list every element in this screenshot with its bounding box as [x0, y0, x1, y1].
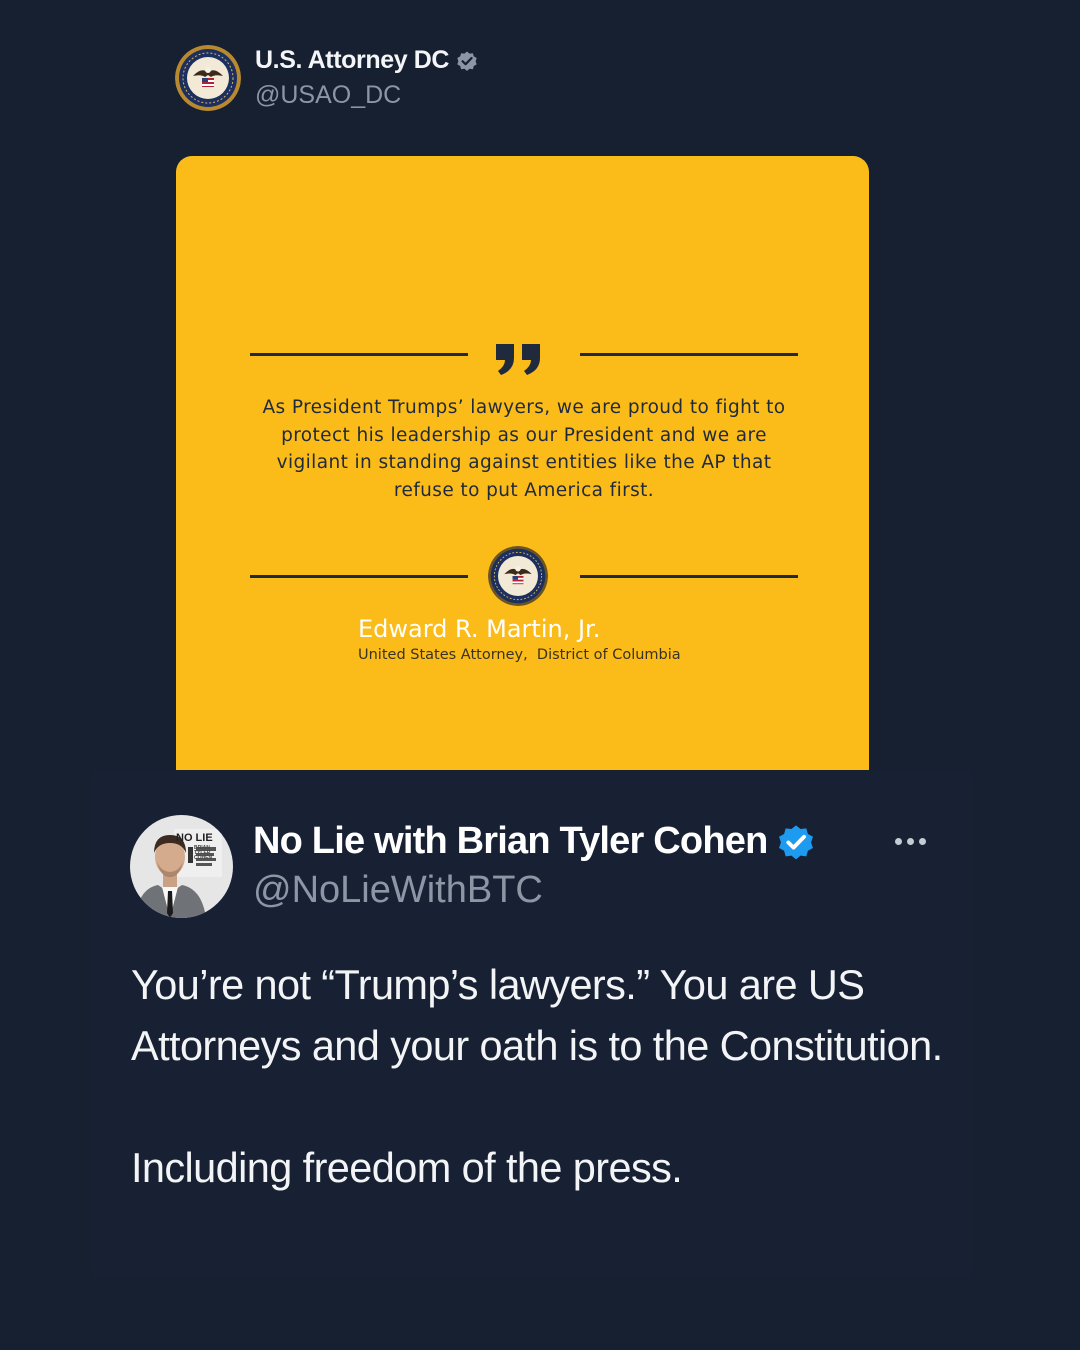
divider-line [580, 575, 798, 578]
avatar-logo-subtext: BRIAN TYLER COHEN [194, 845, 213, 861]
divider-line [250, 575, 468, 578]
usao-dc-display-name[interactable]: U.S. Attorney DC [255, 46, 479, 75]
display-name-text: U.S. Attorney DC [255, 46, 450, 74]
no-lie-display-name[interactable]: No Lie with Brian Tyler Cohen [253, 820, 817, 863]
department-of-justice-seal-icon [488, 546, 548, 606]
quote-marks-icon [494, 342, 544, 376]
no-lie-handle[interactable]: @NoLieWithBTC [253, 869, 543, 912]
reply-tweet-text: You’re not “Trump’s lawyers.” You are US… [131, 954, 951, 1198]
department-of-justice-seal-icon [175, 45, 241, 111]
usao-dc-avatar[interactable] [175, 45, 241, 111]
reply-paragraph: Including freedom of the press. [131, 1144, 683, 1191]
quote-text: As President Trumps’ lawyers, we are pro… [262, 397, 786, 502]
more-options-icon[interactable] [886, 826, 934, 856]
no-lie-avatar[interactable]: NO LIE BRIAN TYLER COHEN [130, 815, 233, 918]
reply-paragraph: You’re not “Trump’s lawyers.” You are US… [131, 961, 943, 1069]
divider-line [580, 353, 798, 356]
signer-title: United States Attorney, District of Colu… [358, 647, 681, 663]
divider-line [250, 353, 468, 356]
usao-dc-handle[interactable]: @USAO_DC [255, 81, 401, 110]
signer-name: Edward R. Martin, Jr. [358, 615, 601, 643]
display-name-text: No Lie with Brian Tyler Cohen [253, 820, 768, 862]
avatar-logo-text: NO LIE [176, 832, 213, 844]
verified-badge-icon [457, 51, 477, 71]
profile-photo [130, 815, 233, 918]
verified-badge-icon [779, 824, 814, 859]
